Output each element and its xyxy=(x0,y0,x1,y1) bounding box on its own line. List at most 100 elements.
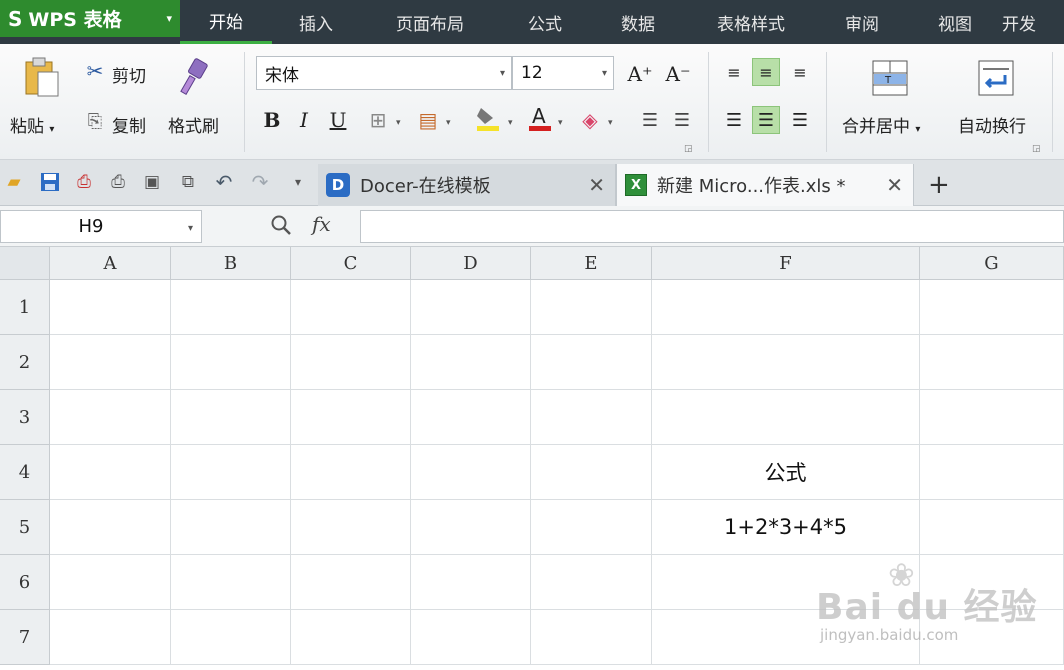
merge-center-button[interactable]: 合并居中 ▾ xyxy=(842,112,920,137)
cell-e5[interactable] xyxy=(531,500,652,555)
doc-tab-docer[interactable]: D Docer-在线模板 ✕ xyxy=(318,164,616,206)
doc-tab-workbook[interactable]: X 新建 Micro...作表.xls * ✕ xyxy=(616,164,914,206)
chevron-down-icon[interactable]: ▾ xyxy=(608,118,613,128)
cell-d3[interactable] xyxy=(411,390,531,445)
new-tab-button[interactable]: + xyxy=(928,170,950,200)
copy-icon[interactable]: ⎘ xyxy=(82,108,108,134)
align-right-icon[interactable]: ☰ xyxy=(786,106,814,134)
cell-c4[interactable] xyxy=(291,445,411,500)
cell-f4[interactable]: 公式 xyxy=(652,445,920,500)
tab-developer[interactable]: 开发 xyxy=(1002,0,1054,44)
row-header-2[interactable]: 2 xyxy=(0,335,50,390)
align-top-icon[interactable]: ≡ xyxy=(720,58,748,86)
row-header-4[interactable]: 4 xyxy=(0,445,50,500)
cell-c1[interactable] xyxy=(291,280,411,335)
cell-d5[interactable] xyxy=(411,500,531,555)
tab-home[interactable]: 开始 xyxy=(180,0,272,44)
wrap-text-button[interactable]: 自动换行 xyxy=(958,112,1026,137)
borders-icon[interactable]: ⊞ xyxy=(364,106,392,134)
column-header-b[interactable]: B xyxy=(171,247,291,280)
scissors-icon[interactable]: ✂ xyxy=(82,58,108,84)
cell-g5[interactable] xyxy=(920,500,1064,555)
clear-format-icon[interactable]: ◈ xyxy=(576,106,604,134)
customize-quick-access-icon[interactable]: ▾ xyxy=(286,170,310,194)
row-header-7[interactable]: 7 xyxy=(0,610,50,665)
undo-icon[interactable]: ↶ xyxy=(212,170,236,194)
cell-g7[interactable] xyxy=(920,610,1064,665)
cell-b3[interactable] xyxy=(171,390,291,445)
cell-a6[interactable] xyxy=(50,555,171,610)
row-header-3[interactable]: 3 xyxy=(0,390,50,445)
align-bottom-icon[interactable]: ≡ xyxy=(786,58,814,86)
tab-view[interactable]: 视图 xyxy=(908,0,1002,44)
cell-c5[interactable] xyxy=(291,500,411,555)
align-center-icon[interactable]: ☰ xyxy=(752,106,780,134)
cell-e3[interactable] xyxy=(531,390,652,445)
paste-button[interactable]: 粘贴 ▾ xyxy=(10,112,54,137)
tab-insert[interactable]: 插入 xyxy=(272,0,360,44)
cell-b2[interactable] xyxy=(171,335,291,390)
cell-a4[interactable] xyxy=(50,445,171,500)
underline-button[interactable]: U xyxy=(324,106,352,134)
app-menu-button[interactable]: S WPS 表格 ▾ xyxy=(0,0,180,37)
chevron-down-icon[interactable]: ▾ xyxy=(558,118,563,128)
name-box[interactable]: H9 ▾ xyxy=(0,210,202,243)
tab-formulas[interactable]: 公式 xyxy=(500,0,590,44)
wrap-text-icon[interactable] xyxy=(976,58,1016,98)
cell-g3[interactable] xyxy=(920,390,1064,445)
cell-c3[interactable] xyxy=(291,390,411,445)
cell-g4[interactable] xyxy=(920,445,1064,500)
cell-b5[interactable] xyxy=(171,500,291,555)
tab-review[interactable]: 审阅 xyxy=(816,0,908,44)
cell-a7[interactable] xyxy=(50,610,171,665)
print-preview-icon[interactable]: ▣ xyxy=(140,170,164,194)
chevron-down-icon[interactable]: ▾ xyxy=(446,118,451,128)
font-size-select[interactable]: 12 ▾ xyxy=(512,56,614,90)
open-folder-icon[interactable]: ▰ xyxy=(2,170,26,194)
cell-e6[interactable] xyxy=(531,555,652,610)
cell-c7[interactable] xyxy=(291,610,411,665)
column-header-a[interactable]: A xyxy=(50,247,171,280)
cell-f1[interactable] xyxy=(652,280,920,335)
copy-button[interactable]: 复制 xyxy=(112,112,146,137)
dialog-launcher-icon[interactable]: ◲ xyxy=(1032,144,1041,154)
row-header-6[interactable]: 6 xyxy=(0,555,50,610)
cell-b1[interactable] xyxy=(171,280,291,335)
cell-e4[interactable] xyxy=(531,445,652,500)
close-icon[interactable]: ✕ xyxy=(588,173,605,197)
cell-e1[interactable] xyxy=(531,280,652,335)
insert-function-button[interactable]: fx xyxy=(312,212,331,236)
align-left-icon[interactable]: ☰ xyxy=(720,106,748,134)
cell-f3[interactable] xyxy=(652,390,920,445)
export-pdf-icon[interactable]: ⎙ xyxy=(72,170,96,194)
formula-input[interactable] xyxy=(360,210,1064,243)
column-header-d[interactable]: D xyxy=(411,247,531,280)
cell-e7[interactable] xyxy=(531,610,652,665)
cut-button[interactable]: 剪切 xyxy=(112,62,146,87)
zoom-formula-icon[interactable] xyxy=(270,214,292,241)
increase-indent-icon[interactable]: ☰ xyxy=(668,106,696,134)
fill-color-icon[interactable] xyxy=(474,104,502,132)
italic-button[interactable]: I xyxy=(290,106,318,134)
align-middle-icon[interactable]: ≡ xyxy=(752,58,780,86)
cell-d7[interactable] xyxy=(411,610,531,665)
chevron-down-icon[interactable]: ▾ xyxy=(508,118,513,128)
tab-table-style[interactable]: 表格样式 xyxy=(686,0,816,44)
cell-a5[interactable] xyxy=(50,500,171,555)
decrease-font-button[interactable]: A⁻ xyxy=(664,60,692,88)
row-header-5[interactable]: 5 xyxy=(0,500,50,555)
save-icon[interactable] xyxy=(38,170,62,194)
column-header-e[interactable]: E xyxy=(531,247,652,280)
decrease-indent-icon[interactable]: ☰ xyxy=(636,106,664,134)
cell-b7[interactable] xyxy=(171,610,291,665)
redo-icon[interactable]: ↷ xyxy=(248,170,272,194)
cell-style-icon[interactable]: ▤ xyxy=(414,106,442,134)
cell-d6[interactable] xyxy=(411,555,531,610)
page-preview-icon[interactable]: ⧉ xyxy=(176,170,200,194)
cell-a2[interactable] xyxy=(50,335,171,390)
format-painter-icon[interactable] xyxy=(176,58,212,98)
cell-g1[interactable] xyxy=(920,280,1064,335)
font-color-icon[interactable]: A xyxy=(526,104,554,132)
cell-g2[interactable] xyxy=(920,335,1064,390)
tab-data[interactable]: 数据 xyxy=(590,0,686,44)
